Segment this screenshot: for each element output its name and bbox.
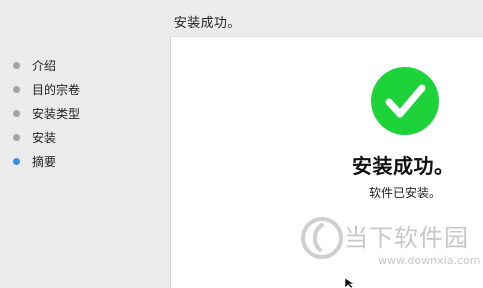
sidebar: 介绍 目的宗卷 安装类型 安装 摘要 bbox=[0, 0, 170, 288]
success-subtitle: 软件已安装。 bbox=[369, 186, 442, 200]
step-installation: 安装 bbox=[13, 125, 80, 149]
stage-title: 安装成功。 bbox=[174, 16, 241, 31]
step-label: 安装 bbox=[32, 130, 57, 145]
step-label: 摘要 bbox=[32, 154, 57, 169]
step-summary: 摘要 bbox=[13, 149, 80, 173]
watermark-logo-icon bbox=[301, 217, 343, 259]
installer-steps: 介绍 目的宗卷 安装类型 安装 摘要 bbox=[13, 53, 80, 173]
step-status-dot bbox=[13, 133, 20, 141]
step-status-dot bbox=[13, 85, 20, 93]
success-title: 安装成功。 bbox=[352, 154, 455, 178]
step-destination-volume: 目的宗卷 bbox=[13, 77, 80, 101]
step-status-dot-current bbox=[13, 157, 20, 165]
step-status-dot bbox=[13, 109, 20, 117]
step-status-dot bbox=[13, 61, 20, 69]
watermark-url: www.downxia.com bbox=[378, 254, 481, 267]
watermark-name: 当下软件园 bbox=[344, 224, 469, 252]
step-label: 介绍 bbox=[32, 58, 57, 73]
step-installation-type: 安装类型 bbox=[13, 101, 80, 125]
installer-window: 介绍 目的宗卷 安装类型 安装 摘要 安装成功。 安装成功。 软件已安装。 当下… bbox=[0, 0, 483, 288]
step-introduction: 介绍 bbox=[13, 53, 80, 77]
step-label: 安装类型 bbox=[32, 106, 81, 121]
checkmark-icon bbox=[371, 67, 439, 135]
watermark: 当下软件园 www.downxia.com bbox=[296, 214, 483, 288]
mouse-cursor-icon bbox=[344, 278, 355, 288]
step-label: 目的宗卷 bbox=[32, 82, 81, 97]
